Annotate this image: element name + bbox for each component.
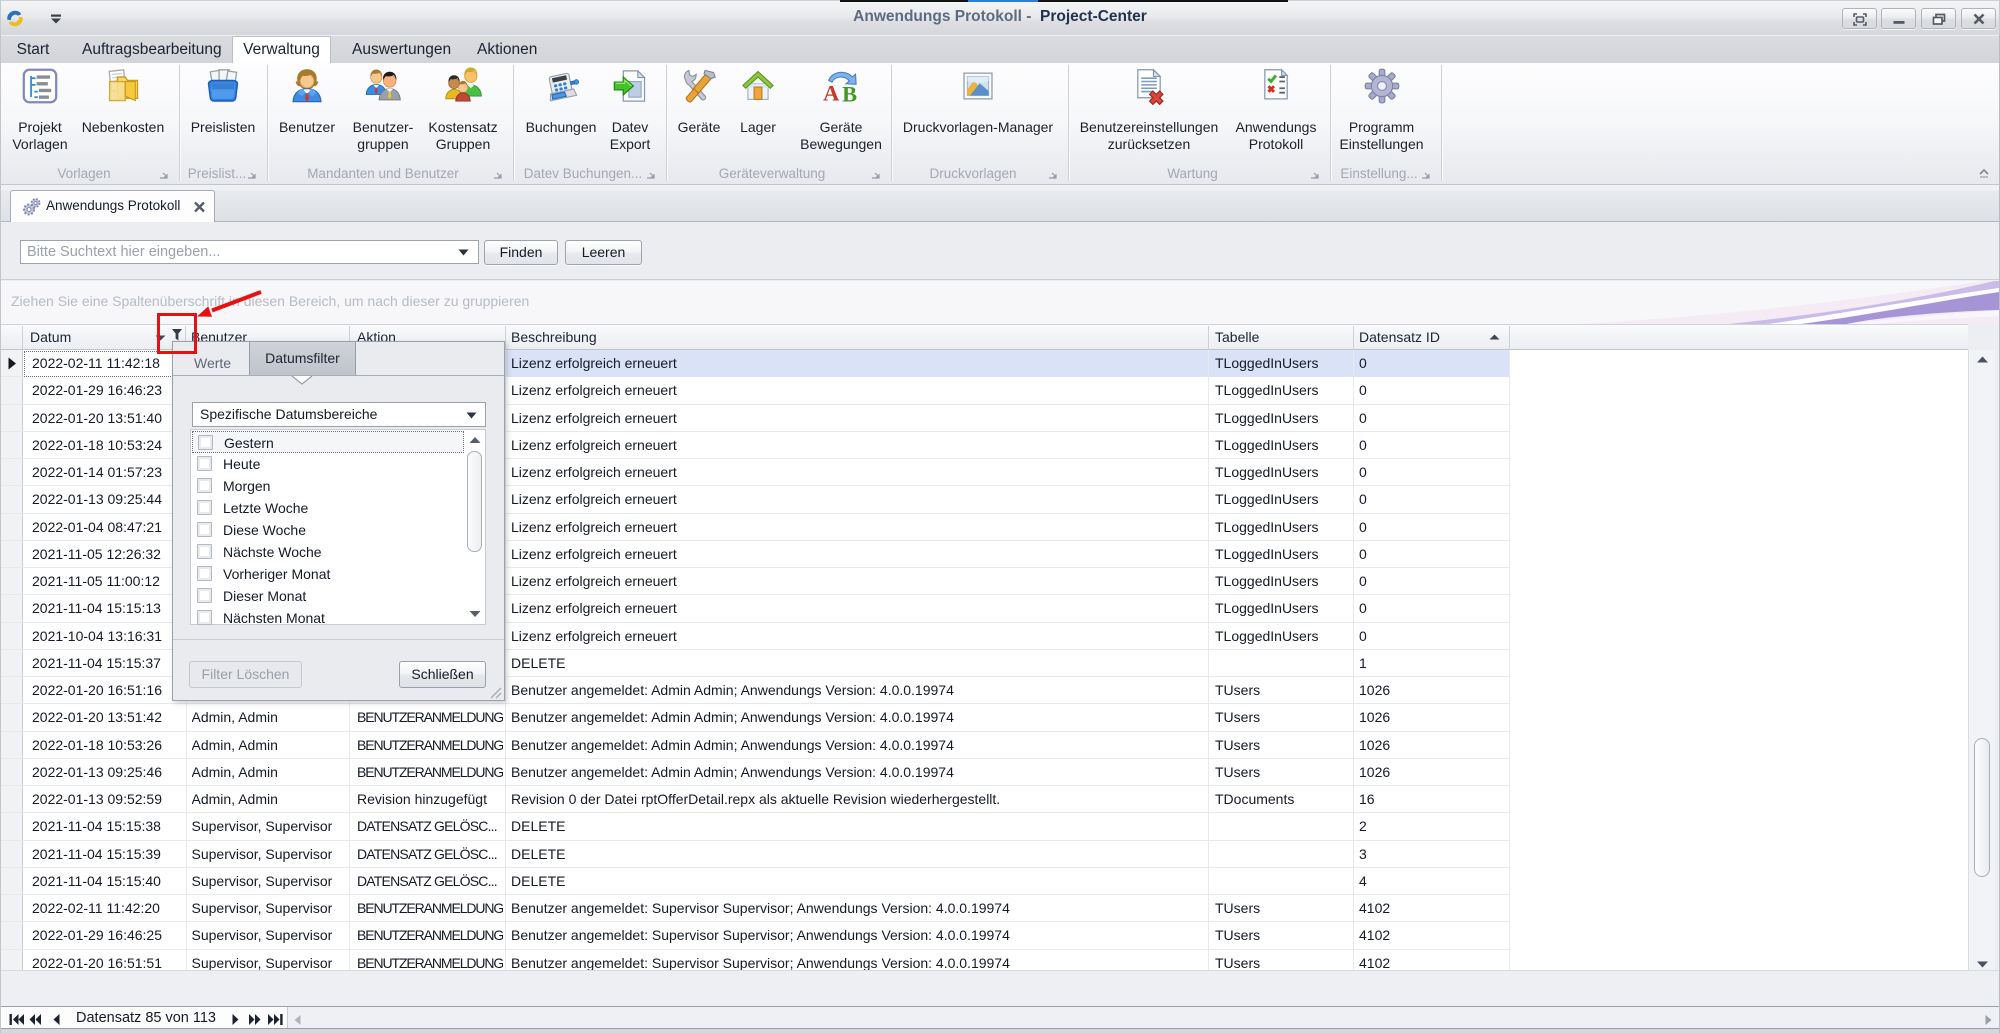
svg-text:B: B (842, 82, 857, 105)
svg-text:A: A (823, 81, 839, 105)
